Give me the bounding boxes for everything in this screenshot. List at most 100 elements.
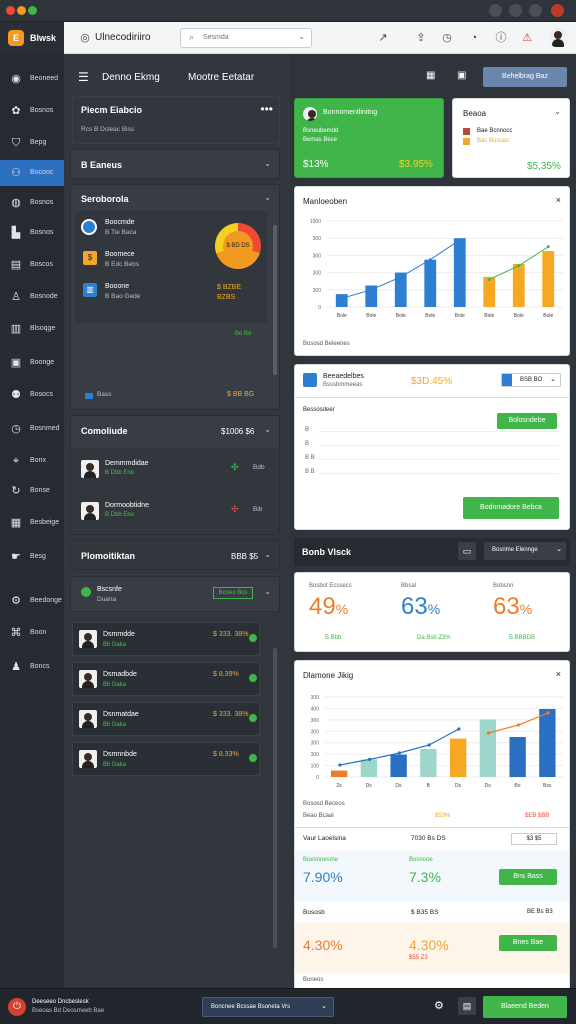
y-tick-label: 300	[311, 695, 320, 701]
data-point	[546, 245, 550, 249]
scrollbar[interactable]	[273, 225, 277, 375]
contact-name[interactable]: Dormoobtidne	[105, 502, 149, 509]
contact-name[interactable]: Demmmdidae	[105, 460, 149, 467]
pct-left: 4.30%	[303, 937, 343, 953]
image-icon[interactable]: ▣	[457, 70, 466, 81]
submit-button[interactable]: Bodnmadore Bebca	[463, 497, 559, 519]
sidebar-item-label: Bonse	[30, 487, 50, 494]
table-sub: Bsssbmmeeas	[323, 382, 363, 388]
stat-label: Bosbot Ecssecs	[309, 583, 352, 589]
y-tick-label: 1000	[310, 219, 321, 225]
close-icon[interactable]: ×	[556, 195, 561, 205]
row-control[interactable]: $3 $5	[511, 833, 557, 845]
list-item[interactable]: Dsmadbde Bb Daka $ 8.39%	[72, 662, 260, 696]
sidebar-item[interactable]: ♙ Bosnode	[0, 284, 64, 310]
sidebar-item[interactable]: ⌖ Bonx	[0, 448, 64, 474]
sidebar-item[interactable]: ↻ Bonse	[0, 478, 64, 504]
sidebar-item[interactable]: ▙ Bosnos	[0, 220, 64, 246]
row-title: Bososb	[303, 909, 325, 916]
table-action-button[interactable]: Bolosndebe	[497, 413, 557, 429]
person-name: Dsmadbde	[103, 671, 137, 678]
sidebar-item[interactable]: ▥ Blsoqge	[0, 316, 64, 342]
brand[interactable]: E Blwsk	[0, 22, 64, 54]
sidebar-item[interactable]: ⚉ Bosocs	[0, 382, 64, 408]
more-icon[interactable]: •••	[260, 102, 273, 116]
maximize-window-icon[interactable]	[28, 6, 37, 15]
list-item-sub: B Edc Bebs	[105, 261, 139, 268]
chevron-down-icon: ⌄	[550, 376, 556, 383]
menu-icon[interactable]: ☰	[78, 70, 89, 84]
list-item[interactable]: Dsmmdde Bb Daka $ 333. 38%	[72, 622, 260, 656]
sidebar-item[interactable]: ◷ Bosnmed	[0, 416, 64, 442]
sidebar-item[interactable]: ▣ Boonge	[0, 350, 64, 376]
folder-icon[interactable]: ▤	[458, 997, 476, 1015]
status-badge[interactable]: Bcoeo Bcs	[213, 587, 253, 599]
top-action-button[interactable]: Behelbrag Baz	[483, 67, 567, 87]
chevron-down-icon: ⌄	[298, 32, 305, 41]
export-icon[interactable]: ⇪	[414, 31, 428, 45]
settings-icon[interactable]: ⚙	[434, 999, 444, 1012]
flag-icon	[502, 374, 512, 386]
refresh-icon[interactable]	[529, 4, 542, 17]
bar	[483, 276, 496, 307]
section-status[interactable]: B Eaneus ⌄	[70, 149, 280, 179]
search-input[interactable]: ⌕ Sesmda ⌄	[180, 28, 312, 48]
sidebar-item[interactable]: ✿ Bosnos	[0, 98, 64, 124]
search-icon: ⌕	[189, 32, 195, 42]
progress-ring-inner: $ BD DS	[223, 231, 253, 261]
close-window-icon[interactable]	[6, 6, 15, 15]
sidebar-item[interactable]: ⚙ Beedonge	[0, 588, 64, 614]
user-avatar[interactable]	[549, 28, 569, 48]
stat-label: Bbsal	[401, 583, 417, 589]
person-icon: ♟	[11, 661, 21, 673]
cursor-icon[interactable]: ↗	[376, 31, 390, 45]
scrollbar[interactable]	[273, 648, 277, 948]
sidebar-item[interactable]: ⚇ Boconc	[0, 160, 64, 186]
sidebar-item[interactable]: ♟ Boncs	[0, 654, 64, 680]
camera-icon[interactable]: ▭	[458, 542, 476, 560]
chevron-down-icon[interactable]: ⌄	[264, 587, 271, 596]
x-tick-label: Bole	[396, 313, 406, 319]
chevron-down-icon[interactable]: ⌄	[264, 550, 271, 559]
x-tick-label: 2s	[336, 783, 342, 789]
record-icon[interactable]	[489, 4, 502, 17]
notification-icon[interactable]: ◔	[467, 31, 481, 45]
info-icon[interactable]: ⓘ	[494, 31, 508, 45]
minimize-window-icon[interactable]	[17, 6, 26, 15]
chevron-down-icon[interactable]: ⌄	[264, 193, 271, 202]
sidebar-item[interactable]: ☛ Besg	[0, 544, 64, 570]
list-item[interactable]: Dsmnnbde Bb Daka $ 8.33%	[72, 742, 260, 776]
clock-icon[interactable]: ◷	[440, 31, 454, 45]
chevron-down-icon[interactable]: ⌄	[264, 159, 271, 168]
alert-icon[interactable]: ⚠	[520, 31, 534, 45]
row-control[interactable]: BE Bs B3	[527, 909, 553, 915]
summary-card-green[interactable]: Bonnomentlinitng Bsneubemdd Bemas Bece $…	[294, 98, 444, 178]
cta-button[interactable]: Blaeend Beden	[483, 996, 567, 1018]
sidebar-item[interactable]: ⌘ Boon	[0, 620, 64, 646]
footer-label: Bass	[97, 391, 112, 398]
chevron-down-icon[interactable]: ⌄	[264, 425, 271, 434]
close-icon[interactable]: ×	[556, 669, 561, 679]
sidebar-item-label: Beedonge	[30, 597, 62, 604]
grid-icon[interactable]: ▦	[426, 70, 435, 81]
table-control[interactable]: BSB BO ⌄	[501, 373, 561, 387]
close-icon[interactable]	[551, 4, 564, 17]
app-icon: ◎	[80, 32, 90, 44]
stat-foot: B BBBDB	[509, 635, 536, 641]
pct-button[interactable]: Bns Bass	[499, 869, 557, 885]
chevron-down-icon[interactable]: ⌄	[554, 107, 561, 116]
sidebar-item[interactable]: ⛉ Bepg	[0, 130, 64, 156]
summary-card-white[interactable]: Beaoa ⌄ Bae Bcnnocc Bac Bosoas $5,35%	[452, 98, 570, 178]
sidebar-item[interactable]: ◉ Beoneed	[0, 66, 64, 92]
sidebar-item[interactable]: ◍ Bosnos	[0, 190, 64, 216]
users-icon: ⚇	[11, 167, 21, 179]
pct-button[interactable]: Bnes Bae	[499, 935, 557, 951]
settings-icon[interactable]	[509, 4, 522, 17]
footer-select[interactable]: Boncnee Bcssae Bsoneta Vrs ⌄	[202, 997, 334, 1017]
power-icon[interactable]: ⏻	[8, 998, 26, 1016]
hand-icon: ☛	[11, 551, 21, 563]
sidebar-item[interactable]: ▦ Besbeige	[0, 510, 64, 536]
list-item[interactable]: Dsnmatdae Bb Daka $ 333. 38%	[72, 702, 260, 736]
sidebar-item[interactable]: ▤ Boscos	[0, 252, 64, 278]
section-select[interactable]: Bosnme Elennge ⌄	[484, 542, 566, 560]
